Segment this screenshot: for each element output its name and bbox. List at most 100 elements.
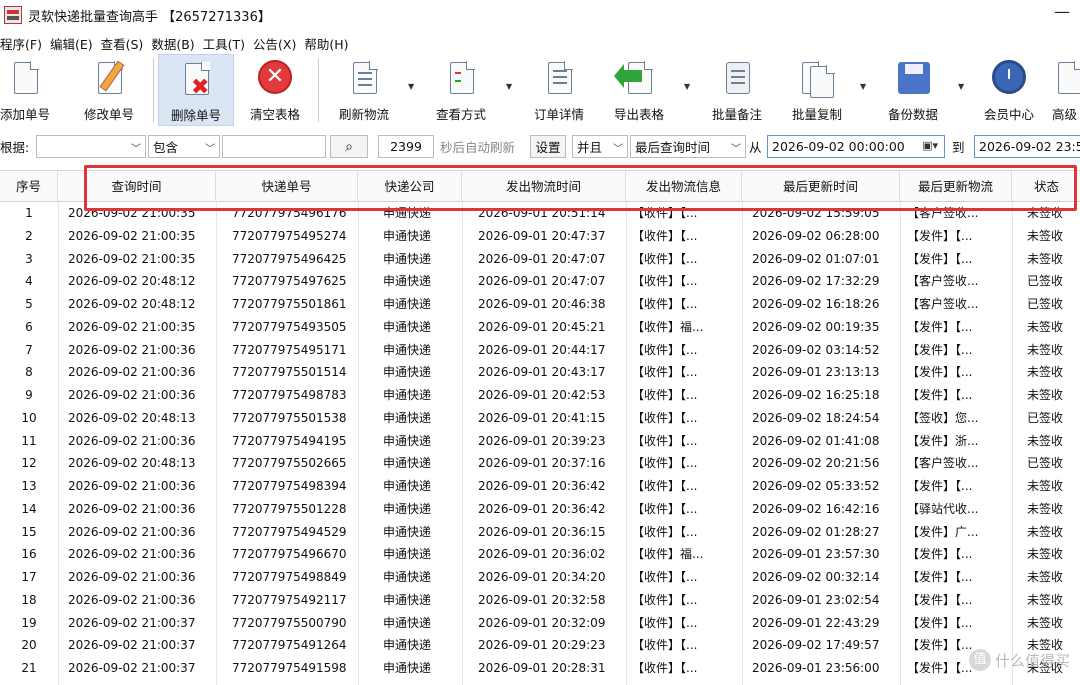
cell-query-time: 2026-09-02 20:48:13 (68, 410, 196, 425)
time-field-select[interactable]: 最后查询时间 ﹀ (630, 135, 746, 158)
backup-data-button[interactable]: 备份数据 (880, 54, 946, 126)
table-row[interactable]: 14 2026-09-02 21:00:36 772077975501228 申通快递… (0, 498, 1080, 521)
app-logo-icon (4, 6, 22, 24)
edit-number-button[interactable]: 修改单号 (78, 54, 140, 126)
table-row[interactable]: 11 2026-09-02 21:00:36 772077975494195 申通快递… (0, 430, 1080, 453)
batch-note-button[interactable]: 批量备注 (704, 54, 770, 126)
table-row[interactable]: 3 2026-09-02 21:00:35 772077975496425 申通快递 2… (0, 248, 1080, 271)
field-select[interactable]: ﹀ (36, 135, 146, 158)
from-datetime-input[interactable]: 2026-09-02 00:00:00 ▣▾ (767, 135, 945, 158)
cell-tracking-number: 772077975496425 (232, 251, 347, 266)
table-row[interactable]: 12 2026-09-02 20:48:13 772077975502665 申通快递… (0, 452, 1080, 475)
delete-number-button[interactable]: ✖ 删除单号 (158, 54, 234, 126)
keyword-input[interactable] (222, 135, 326, 158)
refresh-logistics-button[interactable]: 刷新物流 (332, 54, 396, 126)
cell-tracking-number: 772077975501228 (232, 501, 347, 516)
backup-dropdown-icon[interactable]: ▼ (958, 82, 964, 91)
clear-stop-icon: ✕ (256, 60, 294, 100)
menu-data[interactable]: 数据(B) (151, 34, 198, 53)
cell-tracking-number: 772077975501538 (232, 410, 347, 425)
cell-tracking-number: 772077975491598 (232, 661, 347, 675)
match-select[interactable]: 包含 ﹀ (148, 135, 220, 158)
backup-data-label: 备份数据 (887, 107, 938, 122)
export-dropdown-icon[interactable]: ▼ (684, 82, 690, 91)
copy-dropdown-icon[interactable]: ▼ (860, 82, 866, 91)
cell-ship-time: 2026-09-01 20:44:17 (478, 342, 606, 357)
table-row[interactable]: 6 2026-09-02 21:00:35 772077975493505 申通快递 2… (0, 316, 1080, 339)
cell-last-update-time: 2026-09-02 06:28:00 (752, 228, 880, 243)
view-mode-label: 查看方式 (435, 107, 486, 122)
to-datetime-input[interactable]: 2026-09-02 23:5 (974, 135, 1080, 158)
cell-query-time: 2026-09-02 21:00:35 (68, 251, 196, 266)
menu-program[interactable]: 程序(F) (0, 34, 46, 53)
cell-status: 未签收 (1027, 501, 1064, 516)
table-row[interactable]: 18 2026-09-02 21:00:36 772077975492117 申通快递… (0, 589, 1080, 612)
cell-courier: 申通快递 (383, 547, 432, 562)
cell-last-update-info: 【发件】浙... (907, 433, 979, 448)
clear-table-label: 清空表格 (249, 107, 300, 122)
add-number-button[interactable]: 添加单号 (0, 54, 56, 126)
search-button[interactable]: ⌕ (330, 135, 368, 158)
logistics-table[interactable]: 序号 查询时间 快递单号 快递公司 发出物流时间 发出物流信息 最后更新时间 最… (0, 170, 1080, 685)
minimize-button[interactable]: — (1052, 2, 1072, 21)
col-header-index[interactable]: 序号 (0, 171, 58, 202)
cell-last-update-info: 【发件】【... (907, 479, 973, 493)
table-row[interactable]: 2 2026-09-02 21:00:35 772077975495274 申通快递 2… (0, 225, 1080, 248)
table-row[interactable]: 21 2026-09-02 21:00:37 772077975491598 申通快递… (0, 657, 1080, 680)
cell-status: 未签收 (1027, 228, 1064, 243)
menu-edit[interactable]: 编辑(E) (50, 34, 97, 53)
calendar-icon[interactable]: ▣▾ (922, 139, 938, 152)
cell-index: 17 (21, 570, 37, 584)
table-row[interactable]: 16 2026-09-02 21:00:36 772077975496670 申通快递… (0, 543, 1080, 566)
table-row[interactable]: 7 2026-09-02 21:00:36 772077975495171 申通快递 2… (0, 339, 1080, 362)
table-row[interactable]: 9 2026-09-02 21:00:36 772077975498783 申通快递 2… (0, 384, 1080, 407)
table-row[interactable]: 17 2026-09-02 21:00:36 772077975498849 申通快递… (0, 566, 1080, 589)
cell-tracking-number: 772077975502665 (232, 456, 347, 471)
table-row[interactable]: 4 2026-09-02 20:48:12 772077975497625 申通快递 2… (0, 270, 1080, 293)
cell-courier: 申通快递 (383, 501, 432, 516)
view-dropdown-icon[interactable]: ▼ (506, 82, 512, 91)
menu-tools[interactable]: 工具(T) (203, 34, 249, 53)
cell-last-update-time: 2026-09-02 17:32:29 (752, 274, 880, 289)
export-table-button[interactable]: 导出表格 (606, 54, 672, 126)
refresh-seconds-field[interactable]: 2399 (378, 135, 434, 158)
cell-query-time: 2026-09-02 21:00:36 (68, 433, 196, 448)
cell-last-update-time: 2026-09-02 17:49:57 (752, 638, 880, 653)
cell-ship-info: 【收件】【... (632, 661, 698, 675)
cell-courier: 申通快递 (383, 638, 432, 653)
cell-query-time: 2026-09-02 21:00:36 (68, 388, 196, 402)
cell-courier: 申通快递 (383, 570, 432, 584)
table-row[interactable]: 8 2026-09-02 21:00:36 772077975501514 申通快递 2… (0, 361, 1080, 384)
advanced-button[interactable]: 高级 (1052, 54, 1080, 126)
cell-ship-info: 【收件】【... (632, 297, 698, 311)
settings-button[interactable]: 设置 (530, 135, 566, 158)
refresh-dropdown-icon[interactable]: ▼ (408, 82, 414, 91)
logic-select[interactable]: 并且 ﹀ (572, 135, 628, 158)
table-row[interactable]: 5 2026-09-02 20:48:12 772077975501861 申通快递 2… (0, 293, 1080, 316)
table-row[interactable]: 19 2026-09-02 21:00:37 772077975500790 申通快递… (0, 612, 1080, 635)
cell-last-update-time: 2026-09-01 23:56:00 (752, 661, 880, 675)
cell-last-update-info: 【发件】【... (907, 592, 973, 607)
table-row[interactable]: 20 2026-09-02 21:00:37 772077975491264 申通快递… (0, 634, 1080, 657)
menu-help[interactable]: 帮助(H) (304, 34, 352, 53)
menu-view[interactable]: 查看(S) (101, 34, 148, 53)
table-row[interactable]: 13 2026-09-02 21:00:36 772077975498394 申通快递… (0, 475, 1080, 498)
cell-last-update-info: 【签收】您... (907, 410, 979, 425)
table-row[interactable]: 15 2026-09-02 21:00:36 772077975494529 申通快递… (0, 521, 1080, 544)
menu-notice[interactable]: 公告(X) (253, 34, 300, 53)
cell-tracking-number: 772077975500790 (232, 615, 347, 630)
batch-copy-button[interactable]: 批量复制 (784, 54, 850, 126)
clear-table-button[interactable]: ✕ 清空表格 (242, 54, 308, 126)
member-center-button[interactable]: 会员中心 (976, 54, 1042, 126)
cell-tracking-number: 772077975494529 (232, 524, 347, 539)
highlight-box (84, 165, 1077, 211)
from-datetime-value: 2026-09-02 00:00:00 (772, 139, 905, 154)
view-mode-button[interactable]: 查看方式 (428, 54, 494, 126)
cell-status: 已签收 (1027, 297, 1064, 311)
table-row[interactable]: 10 2026-09-02 20:48:13 772077975501538 申通快递… (0, 407, 1080, 430)
cell-index: 18 (21, 592, 37, 607)
cell-last-update-time: 2026-09-02 01:07:01 (752, 251, 880, 266)
delete-x-icon: ✖ (177, 61, 215, 101)
cell-courier: 申通快递 (383, 388, 432, 402)
order-detail-button[interactable]: 订单详情 (526, 54, 592, 126)
